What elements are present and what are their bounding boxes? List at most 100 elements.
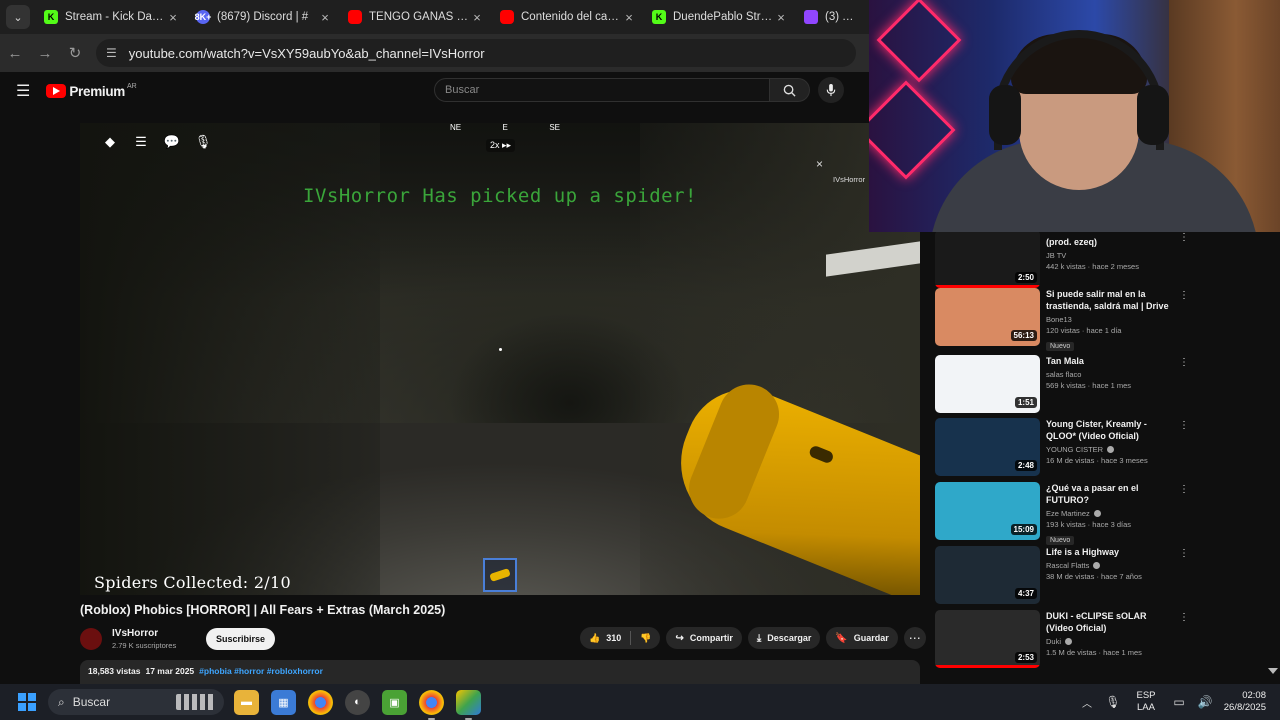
close-icon[interactable]: × — [470, 10, 484, 25]
voice-search-button[interactable] — [818, 77, 844, 103]
more-vertical-icon[interactable]: ⋮ — [1179, 548, 1189, 559]
overlay-channel-label: IVsHorror — [833, 175, 866, 184]
thumbs-up-icon: 👍 — [589, 632, 601, 643]
recommendation-title[interactable]: Si puede salir mal en la trastienda, sal… — [1046, 288, 1174, 312]
video-thumbnail[interactable]: 2:53 — [935, 610, 1040, 668]
input-language[interactable]: ESP LAA — [1126, 690, 1166, 714]
pickup-message: IVsHorror Has picked up a spider! — [303, 185, 697, 207]
video-duration: 2:50 — [1014, 272, 1037, 283]
more-vertical-icon[interactable]: ⋮ — [1179, 232, 1189, 243]
like-button[interactable]: 👍 310 — [580, 627, 630, 649]
more-vertical-icon[interactable]: ⋮ — [1179, 484, 1189, 495]
close-icon[interactable]: × — [166, 10, 180, 25]
more-vertical-icon[interactable]: ⋮ — [1179, 420, 1189, 431]
microphone-icon[interactable]: 🎙 — [1100, 695, 1126, 709]
more-actions-button[interactable]: ⋯ — [903, 627, 926, 649]
recommendation-item[interactable]: 1:51 Tan Mala salas flaco 569 k vistas ·… — [935, 355, 1195, 415]
browser-tab-kick-duendepablo[interactable]: K DuendePablo Stream × — [644, 0, 796, 34]
recommendation-title[interactable]: ¿Qué va a pasar en el FUTURO? — [1046, 482, 1174, 506]
save-button[interactable]: 🔖 Guardar — [826, 627, 898, 649]
tab-search-button[interactable]: ⌄ — [6, 5, 30, 29]
tab-title: (8679) Discord | # — [217, 11, 309, 23]
recommendation-info: DUKI - eCLIPSE sOLAR (Video Oficial) Duk… — [1046, 610, 1174, 657]
scroll-down-arrow[interactable] — [1268, 668, 1278, 674]
search-bar: Buscar — [434, 78, 810, 102]
recommendation-info: Young Cister, Kreamly - QLOO* (Video Ofi… — [1046, 418, 1174, 465]
volume-icon[interactable]: 🔊 — [1192, 695, 1218, 709]
compass-ne: NE — [450, 123, 462, 132]
recommendation-title[interactable]: Life is a Highway — [1046, 546, 1174, 558]
recommendation-info: Life is a Highway Rascal Flatts 38 M de … — [1046, 546, 1174, 581]
monitor-icon[interactable]: ▭ — [1166, 695, 1192, 709]
subscriber-count: 2.79 K suscriptores — [112, 641, 177, 650]
download-button[interactable]: ⤓ Descargar — [747, 627, 821, 649]
chrome-icon[interactable] — [308, 689, 333, 715]
video-thumbnail[interactable]: 2:48 — [935, 418, 1040, 476]
recommendation-item[interactable]: 2:50 (prod. ezeq) JB TV 442 k vistas · h… — [935, 232, 1195, 290]
video-thumbnail[interactable]: 56:13 — [935, 288, 1040, 346]
windows-start-button[interactable] — [18, 693, 36, 711]
channel-name: Eze Martinez — [1046, 509, 1090, 518]
chrome-profile-icon[interactable] — [419, 689, 444, 720]
subscribe-button[interactable]: Suscribirse — [206, 628, 276, 650]
forward-arrow-icon[interactable]: → — [30, 45, 60, 62]
video-player[interactable]: ◆ ☰ 💬 🎙 NE E SE 2x ▸▸ IVsHorror Has pick… — [80, 123, 920, 595]
close-icon[interactable]: × — [318, 10, 332, 25]
site-info-icon[interactable]: ☰ — [106, 46, 117, 60]
video-thumbnail[interactable]: 4:37 — [935, 546, 1040, 604]
browser-tab-youtube-contenido[interactable]: Contenido del canal × — [492, 0, 644, 34]
recommendation-item[interactable]: 56:13 Si puede salir mal en la trastiend… — [935, 288, 1195, 351]
close-icon[interactable]: × — [622, 10, 636, 25]
control-panel-icon[interactable]: ▦ — [271, 689, 296, 715]
browser-tab-twitch[interactable]: (3) Twitch — [796, 0, 866, 34]
obs-icon[interactable]: ◐ — [345, 689, 370, 715]
reload-icon[interactable]: ↻ — [60, 44, 90, 62]
recommendation-info: Si puede salir mal en la trastienda, sal… — [1046, 288, 1174, 353]
browser-tab-discord[interactable]: 8K+ (8679) Discord | # × — [188, 0, 340, 34]
description-box[interactable]: 18,583 vistas 17 mar 2025 #phobia #horro… — [80, 660, 920, 684]
more-vertical-icon[interactable]: ⋮ — [1179, 612, 1189, 623]
more-vertical-icon[interactable]: ⋮ — [1179, 357, 1189, 368]
chevron-down-icon: ⌄ — [13, 11, 23, 24]
overlay-close-icon[interactable]: × — [816, 157, 823, 171]
clock[interactable]: 02:08 26/8/2025 — [1218, 690, 1280, 714]
recommendation-item[interactable]: 15:09 ¿Qué va a pasar en el FUTURO? Eze … — [935, 482, 1195, 545]
chat-icon[interactable]: 💬 — [164, 134, 180, 150]
video-thumbnail[interactable]: 1:51 — [935, 355, 1040, 413]
kick-icon: K — [652, 10, 666, 24]
more-vertical-icon[interactable]: ⋮ — [1179, 290, 1189, 301]
share-button[interactable]: ↪ Compartir — [666, 627, 742, 649]
show-hidden-icons-icon[interactable]: ︿ — [1074, 695, 1100, 710]
recommendation-title[interactable]: Tan Mala — [1046, 355, 1174, 367]
menu-icon[interactable]: ☰ — [16, 81, 30, 101]
recommendation-item[interactable]: 2:48 Young Cister, Kreamly - QLOO* (Vide… — [935, 418, 1195, 478]
hashtags[interactable]: #phobia #horror #robloxhorror — [199, 666, 323, 678]
channel-avatar[interactable] — [80, 628, 102, 650]
back-arrow-icon[interactable]: ← — [0, 45, 30, 62]
verified-icon — [1093, 510, 1101, 517]
url-bar[interactable]: ☰ youtube.com/watch?v=VsXY59aubYo&ab_cha… — [96, 39, 856, 67]
recommendation-title[interactable]: DUKI - eCLIPSE sOLAR (Video Oficial) — [1046, 610, 1174, 634]
dislike-button[interactable]: 👎 — [631, 627, 660, 649]
browser-tab-youtube-tengo-ganas[interactable]: TENGO GANAS - You × — [340, 0, 492, 34]
recommendation-item[interactable]: 2:53 DUKI - eCLIPSE sOLAR (Video Oficial… — [935, 610, 1195, 670]
close-icon[interactable]: × — [774, 10, 788, 25]
taskbar-search[interactable]: ⌕ Buscar — [48, 689, 224, 715]
bluestacks-icon[interactable] — [456, 689, 481, 720]
roblox-logo-icon[interactable]: ◆ — [102, 134, 118, 150]
recommendation-title[interactable]: Young Cister, Kreamly - QLOO* (Video Ofi… — [1046, 418, 1174, 442]
youtube-logo[interactable]: Premium AR — [46, 83, 137, 99]
recommendation-title[interactable]: (prod. ezeq) — [1046, 236, 1174, 248]
channel-name[interactable]: IVsHorror — [112, 628, 206, 639]
minecraft-icon[interactable]: ▣ — [382, 689, 407, 715]
search-input[interactable]: Buscar — [434, 78, 770, 102]
search-button[interactable] — [770, 78, 810, 102]
file-explorer-icon[interactable]: ▬ — [234, 689, 259, 715]
video-thumbnail[interactable]: 15:09 — [935, 482, 1040, 540]
hamburger-icon[interactable]: ☰ — [133, 134, 149, 150]
video-thumbnail[interactable]: 2:50 — [935, 232, 1040, 288]
mic-muted-icon[interactable]: 🎙 — [195, 134, 212, 150]
browser-tab-kick-dashboard[interactable]: K Stream - Kick Dashbo × — [36, 0, 188, 34]
url-text: youtube.com/watch?v=VsXY59aubYo&ab_chann… — [128, 45, 485, 61]
recommendation-item[interactable]: 4:37 Life is a Highway Rascal Flatts 38 … — [935, 546, 1195, 606]
